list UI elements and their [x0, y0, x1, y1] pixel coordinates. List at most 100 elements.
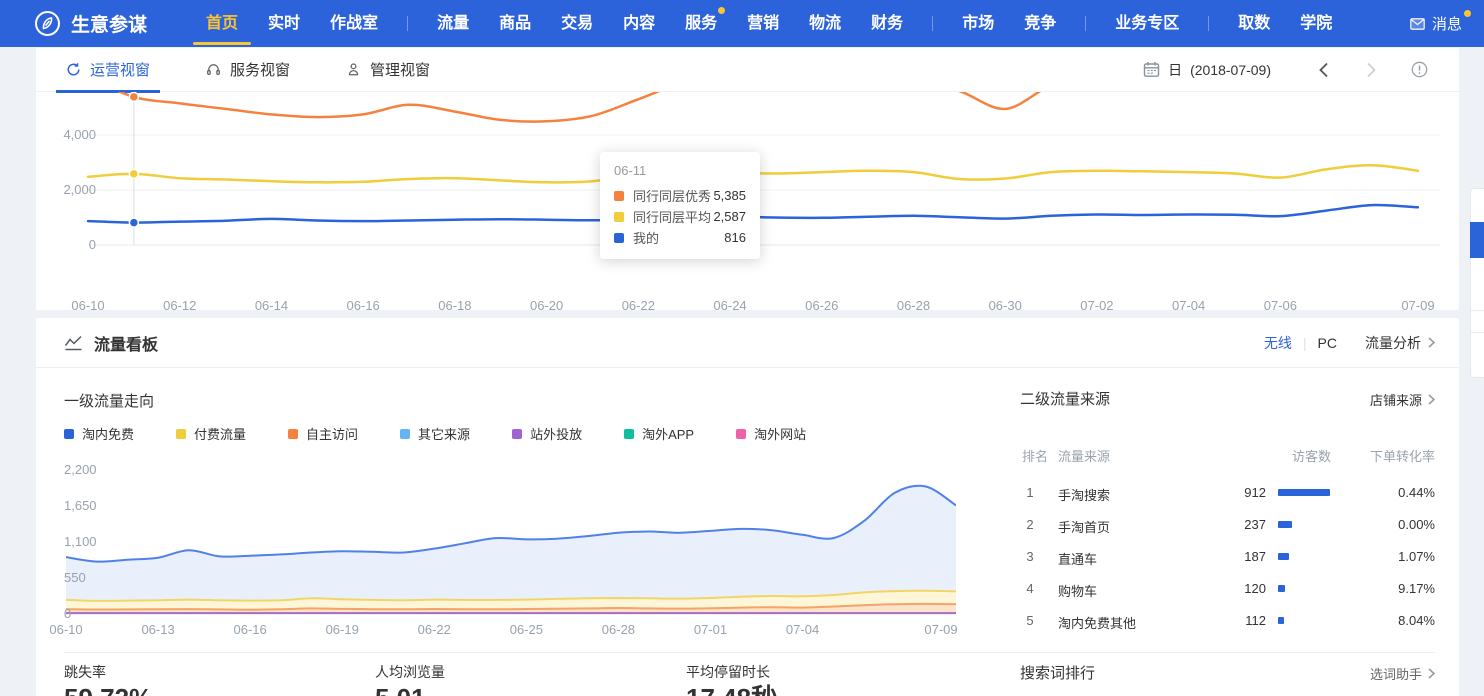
nav-item[interactable]: 交易: [561, 0, 593, 47]
source-name[interactable]: 手淘搜索: [1058, 485, 1110, 504]
source-name[interactable]: 购物车: [1058, 581, 1097, 600]
axis-tick-label: 06-16: [339, 298, 387, 313]
side-toolbar-divider: [1471, 310, 1484, 311]
tooltip-date: 06-11: [614, 163, 746, 178]
legend-item[interactable]: 淘内免费: [64, 424, 134, 443]
legend-swatch: [736, 429, 746, 439]
view-tab[interactable]: 服务视窗: [206, 48, 290, 92]
primary-traffic-title: 一级流量走向: [64, 390, 154, 411]
visitors-value: 112: [1166, 613, 1266, 628]
shop-sources-link[interactable]: 店铺来源: [1370, 390, 1435, 409]
nav-item[interactable]: 商品: [499, 0, 531, 47]
nav-item[interactable]: 竞争: [1024, 0, 1056, 47]
axis-tick-label: 2,000: [42, 181, 96, 199]
stat-block: 人均浏览量5.01: [375, 662, 686, 696]
chevron-right-icon: [1428, 337, 1435, 348]
axis-tick-label: 06-22: [614, 298, 662, 313]
nav-item[interactable]: 学院: [1300, 0, 1332, 47]
top-nav: 生意参谋 首页实时作战室 流量商品交易内容服务营销物流财务 市场竞争 业务专区 取数学院…: [0, 0, 1484, 47]
chevron-right-icon: [1428, 394, 1435, 405]
visitors-bar: [1278, 553, 1289, 560]
next-day-button[interactable]: [1361, 60, 1381, 80]
table-row[interactable]: 4 购物车 120 9.17%: [36, 572, 1459, 604]
tooltip-row: 同行同层优秀5,385: [614, 185, 746, 206]
nav-item[interactable]: 物流: [809, 0, 841, 47]
message-label: 消息: [1432, 13, 1462, 34]
refresh-icon: [66, 62, 81, 77]
chevron-right-icon: [1428, 668, 1435, 679]
nav-separator: [1208, 16, 1209, 31]
axis-tick-label: 07-04: [1165, 298, 1213, 313]
col-source: 流量来源: [1058, 446, 1110, 465]
nav-item[interactable]: 营销: [747, 0, 779, 47]
table-row[interactable]: 2手淘首页2370.00%: [36, 508, 1459, 540]
view-tab[interactable]: 运营视窗: [66, 48, 150, 92]
legend-item[interactable]: 淘外APP: [624, 424, 694, 443]
side-toolbar-divider: [1471, 332, 1484, 333]
legend-item[interactable]: 站外投放: [512, 424, 582, 443]
date-picker[interactable]: 日 (2018-07-09): [1143, 60, 1271, 80]
nav-item[interactable]: 内容: [623, 0, 655, 47]
traffic-analysis-link[interactable]: 流量分析: [1365, 333, 1435, 353]
conversion-value: 9.17%: [1335, 581, 1435, 596]
overview-card: 运营视窗 服务视窗 管理视窗 日 (2018-07-09): [36, 48, 1459, 310]
legend-item[interactable]: 其它来源: [400, 424, 470, 443]
view-tab[interactable]: 管理视窗: [346, 48, 430, 92]
table-row[interactable]: 3直通车1871.07%: [36, 540, 1459, 572]
prev-day-button[interactable]: [1313, 60, 1333, 80]
conversion-value: 0.44%: [1335, 485, 1435, 500]
sycm-logo-icon: [34, 10, 61, 37]
nav-item[interactable]: 服务: [685, 0, 717, 47]
rank: 2: [1022, 517, 1038, 532]
nav-item[interactable]: 首页: [206, 0, 238, 47]
nav-item[interactable]: 作战室: [330, 0, 378, 47]
toggle-pc[interactable]: PC: [1318, 335, 1337, 351]
notification-dot: [718, 7, 725, 14]
divider: [64, 652, 1435, 653]
tooltip-row: 同行同层平均2,587: [614, 206, 746, 227]
logo[interactable]: 生意参谋: [34, 10, 147, 37]
nav-item[interactable]: 实时: [268, 0, 300, 47]
table-row[interactable]: 1手淘搜索9120.44%: [36, 476, 1459, 508]
legend-swatch: [512, 429, 522, 439]
nav-item[interactable]: 取数: [1238, 0, 1270, 47]
legend-swatch: [288, 429, 298, 439]
nav-item[interactable]: 市场: [962, 0, 994, 47]
secondary-sources-title: 二级流量来源: [1020, 388, 1110, 409]
nav-separator: [407, 16, 408, 31]
axis-tick-label: 06-14: [247, 298, 295, 313]
legend-item[interactable]: 淘外网站: [736, 424, 806, 443]
series-marker: [614, 191, 624, 201]
traffic-board-card: 流量看板 无线 | PC 流量分析 一级流量走向 淘内免费付费流量自主访问其它来…: [36, 318, 1459, 696]
toggle-wireless[interactable]: 无线: [1264, 333, 1292, 353]
source-name[interactable]: 手淘首页: [1058, 517, 1110, 536]
axis-tick-label: 06-18: [431, 298, 479, 313]
conversion-value: 1.07%: [1335, 549, 1435, 564]
board-controls: 无线 | PC 流量分析: [1264, 333, 1435, 353]
source-name[interactable]: 直通车: [1058, 549, 1097, 568]
nav-item[interactable]: 财务: [871, 0, 903, 47]
side-toolbar: [1470, 188, 1484, 378]
visitors-value: 237: [1166, 517, 1266, 532]
line-chart-icon: [64, 335, 83, 351]
source-name[interactable]: 淘内免费其他: [1058, 613, 1136, 632]
stat-label: 平均停留时长: [686, 662, 997, 682]
side-toolbar-active-item[interactable]: [1470, 222, 1484, 258]
legend-item[interactable]: 付费流量: [176, 424, 246, 443]
visitors-value: 120: [1166, 581, 1266, 596]
person-icon: [346, 62, 361, 77]
nav-item[interactable]: 流量: [437, 0, 469, 47]
logo-text: 生意参谋: [71, 10, 147, 37]
legend-item[interactable]: 自主访问: [288, 424, 358, 443]
table-row[interactable]: 5淘内免费其他1128.04%: [36, 604, 1459, 636]
info-icon[interactable]: [1409, 60, 1429, 80]
axis-tick-label: 4,000: [42, 126, 96, 144]
word-helper-link[interactable]: 选词助手: [1370, 664, 1435, 683]
message-button[interactable]: 消息: [1410, 13, 1462, 34]
col-conversion: 下单转化率: [1335, 446, 1435, 465]
stat-value: 59.72%: [64, 684, 375, 696]
nav-item[interactable]: 业务专区: [1115, 0, 1179, 47]
axis-tick-label: 06-20: [523, 298, 571, 313]
stat-block: 跳失率59.72%: [64, 662, 375, 696]
rank: 4: [1022, 581, 1038, 596]
